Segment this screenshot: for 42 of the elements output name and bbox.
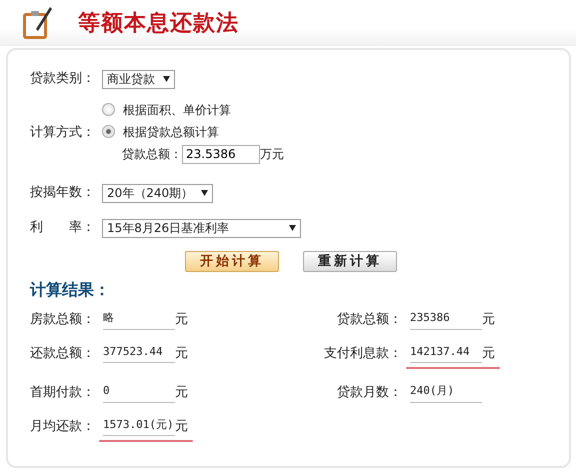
unit-label: 万元 (260, 146, 284, 163)
result-value: 235386 (410, 310, 482, 330)
reset-button[interactable]: 重新计算 (303, 251, 397, 272)
result-label: 首期付款： (30, 384, 95, 402)
result-value: 1573.01(元) (103, 416, 175, 436)
result-value: 142137.44 (410, 344, 482, 363)
radio-button[interactable] (102, 103, 115, 116)
calculate-button[interactable]: 开始计算 (185, 251, 279, 272)
field-label: 利 率： (30, 219, 96, 238)
rate-select[interactable]: 15年8月26日基准利率 (102, 218, 301, 238)
years-select[interactable]: 20年（240期） (102, 184, 214, 202)
radio-button[interactable] (102, 125, 115, 138)
option-label: 根据贷款总额计算 (123, 124, 219, 140)
caret-icon (163, 76, 170, 82)
unit-label: 元 (175, 344, 189, 362)
amount-input[interactable]: 23.5386 (182, 144, 260, 164)
field-label: 贷款类别： (30, 70, 96, 88)
unit-label: 元 (482, 344, 496, 362)
unit-label: 元 (175, 418, 189, 436)
option-label: 根据面积、单价计算 (123, 102, 231, 118)
field-label: 贷款总额： (122, 146, 182, 163)
result-label: 月均还款： (30, 418, 95, 436)
unit-label: 元 (175, 311, 189, 329)
field-label: 计算方式： (30, 124, 96, 142)
loan-type-select[interactable]: 商业贷款 (102, 70, 175, 88)
page-title: 等额本息还款法 (78, 10, 239, 38)
result-value: 0 (103, 383, 175, 402)
result-label: 房款总额： (30, 311, 95, 329)
result-label: 还款总额： (30, 344, 95, 362)
result-label: 贷款月数： (337, 384, 402, 402)
result-value: 略 (103, 310, 175, 330)
result-value: 377523.44 (103, 344, 175, 363)
result-label: 贷款总额： (337, 311, 402, 329)
caret-icon (201, 190, 208, 196)
unit-label: 元 (482, 311, 496, 329)
unit-label: 元 (175, 384, 189, 402)
result-value: 240(月) (410, 383, 482, 402)
field-label: 按揭年数： (30, 184, 96, 202)
result-label: 支付利息款： (324, 344, 402, 362)
caret-icon (289, 225, 296, 231)
clipboard-pen-icon (20, 5, 54, 41)
section-title: 计算结果： (30, 279, 110, 301)
